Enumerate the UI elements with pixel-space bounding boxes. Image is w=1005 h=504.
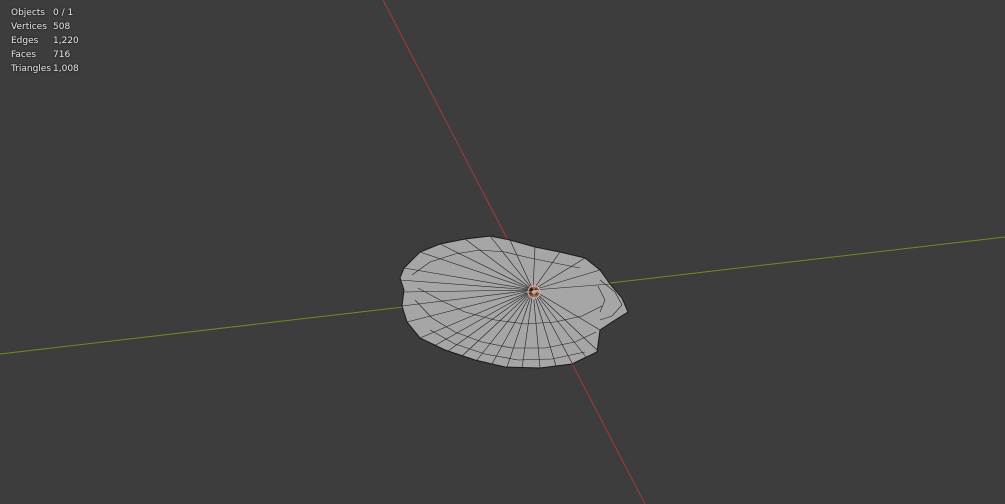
stats-label: Edges bbox=[11, 36, 39, 46]
stats-value: 0 / 1 bbox=[53, 8, 74, 18]
stats-label: Faces bbox=[11, 50, 37, 60]
stats-label: Vertices bbox=[11, 22, 47, 32]
statistics-overlay: Objects 0 / 1 Vertices 508 Edges 1,220 F… bbox=[11, 6, 79, 76]
stats-row-vertices: Vertices 508 bbox=[11, 20, 79, 34]
stats-label: Objects bbox=[11, 8, 46, 18]
stats-value: 508 bbox=[53, 22, 71, 32]
stats-row-objects: Objects 0 / 1 bbox=[11, 6, 79, 20]
stats-row-triangles: Triangles 1,008 bbox=[11, 62, 79, 76]
stats-row-edges: Edges 1,220 bbox=[11, 34, 79, 48]
3d-viewport[interactable]: Objects 0 / 1 Vertices 508 Edges 1,220 F… bbox=[0, 0, 1005, 504]
stats-value: 1,220 bbox=[53, 36, 79, 46]
stats-row-faces: Faces 716 bbox=[11, 48, 79, 62]
stats-value: 1,008 bbox=[53, 64, 79, 74]
stats-value: 716 bbox=[53, 50, 71, 60]
shell-mesh[interactable] bbox=[399, 235, 629, 369]
stats-label: Triangles bbox=[11, 64, 52, 74]
viewport-canvas[interactable] bbox=[0, 0, 1005, 504]
